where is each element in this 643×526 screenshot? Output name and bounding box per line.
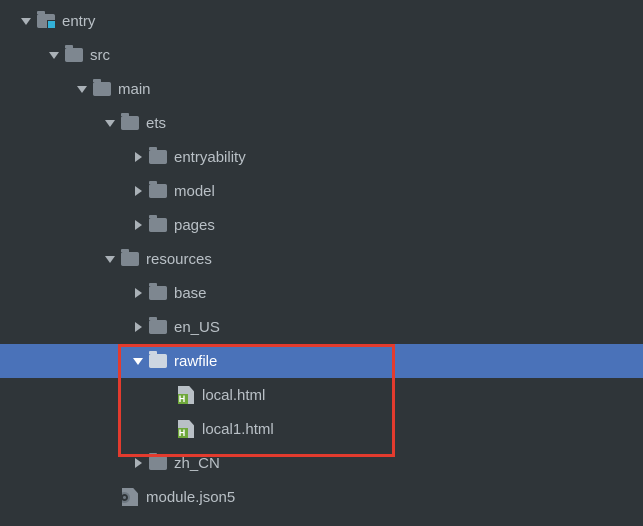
tree-item-base[interactable]: base [0,276,643,310]
tree-item-label: pages [174,217,215,234]
folder-icon [148,216,168,234]
chevron-right-icon[interactable] [128,220,148,230]
tree-item-label: base [174,285,207,302]
tree-item-label: rawfile [174,353,217,370]
folder-icon [148,182,168,200]
chevron-right-icon[interactable] [128,288,148,298]
chevron-down-icon[interactable] [16,16,36,26]
folder-icon [120,250,140,268]
chevron-right-icon[interactable] [128,152,148,162]
tree-item-label: src [90,47,110,64]
html-file-icon [176,386,196,404]
chevron-down-icon[interactable] [100,254,120,264]
chevron-right-icon[interactable] [128,186,148,196]
tree-item-zh-cn[interactable]: zh_CN [0,446,643,480]
tree-item-label: en_US [174,319,220,336]
tree-item-main[interactable]: main [0,72,643,106]
tree-item-local-html[interactable]: local.html [0,378,643,412]
tree-item-local1-html[interactable]: local1.html [0,412,643,446]
tree-item-label: local.html [202,387,265,404]
html-file-icon [176,420,196,438]
tree-item-model[interactable]: model [0,174,643,208]
folder-icon [92,80,112,98]
project-tree: entry src main ets entryability model pa… [0,0,643,514]
tree-item-src[interactable]: src [0,38,643,72]
tree-item-entry[interactable]: entry [0,4,643,38]
chevron-down-icon[interactable] [44,50,64,60]
folder-icon [148,318,168,336]
tree-item-label: model [174,183,215,200]
tree-item-label: entry [62,13,95,30]
folder-icon [120,114,140,132]
tree-item-label: main [118,81,151,98]
tree-item-entryability[interactable]: entryability [0,140,643,174]
folder-icon [148,352,168,370]
tree-item-label: entryability [174,149,246,166]
tree-item-rawfile[interactable]: rawfile [0,344,643,378]
tree-item-module-json5[interactable]: module.json5 [0,480,643,514]
tree-item-label: local1.html [202,421,274,438]
tree-item-en-us[interactable]: en_US [0,310,643,344]
chevron-down-icon[interactable] [72,84,92,94]
folder-icon [148,148,168,166]
tree-item-label: ets [146,115,166,132]
tree-item-ets[interactable]: ets [0,106,643,140]
chevron-right-icon[interactable] [128,322,148,332]
tree-item-pages[interactable]: pages [0,208,643,242]
folder-icon [148,454,168,472]
tree-item-label: zh_CN [174,455,220,472]
chevron-down-icon[interactable] [100,118,120,128]
chevron-down-icon[interactable] [128,356,148,366]
module-folder-icon [36,12,56,30]
tree-item-label: module.json5 [146,489,235,506]
tree-item-label: resources [146,251,212,268]
folder-icon [148,284,168,302]
folder-icon [64,46,84,64]
chevron-right-icon[interactable] [128,458,148,468]
json5-file-icon [120,488,140,506]
tree-item-resources[interactable]: resources [0,242,643,276]
